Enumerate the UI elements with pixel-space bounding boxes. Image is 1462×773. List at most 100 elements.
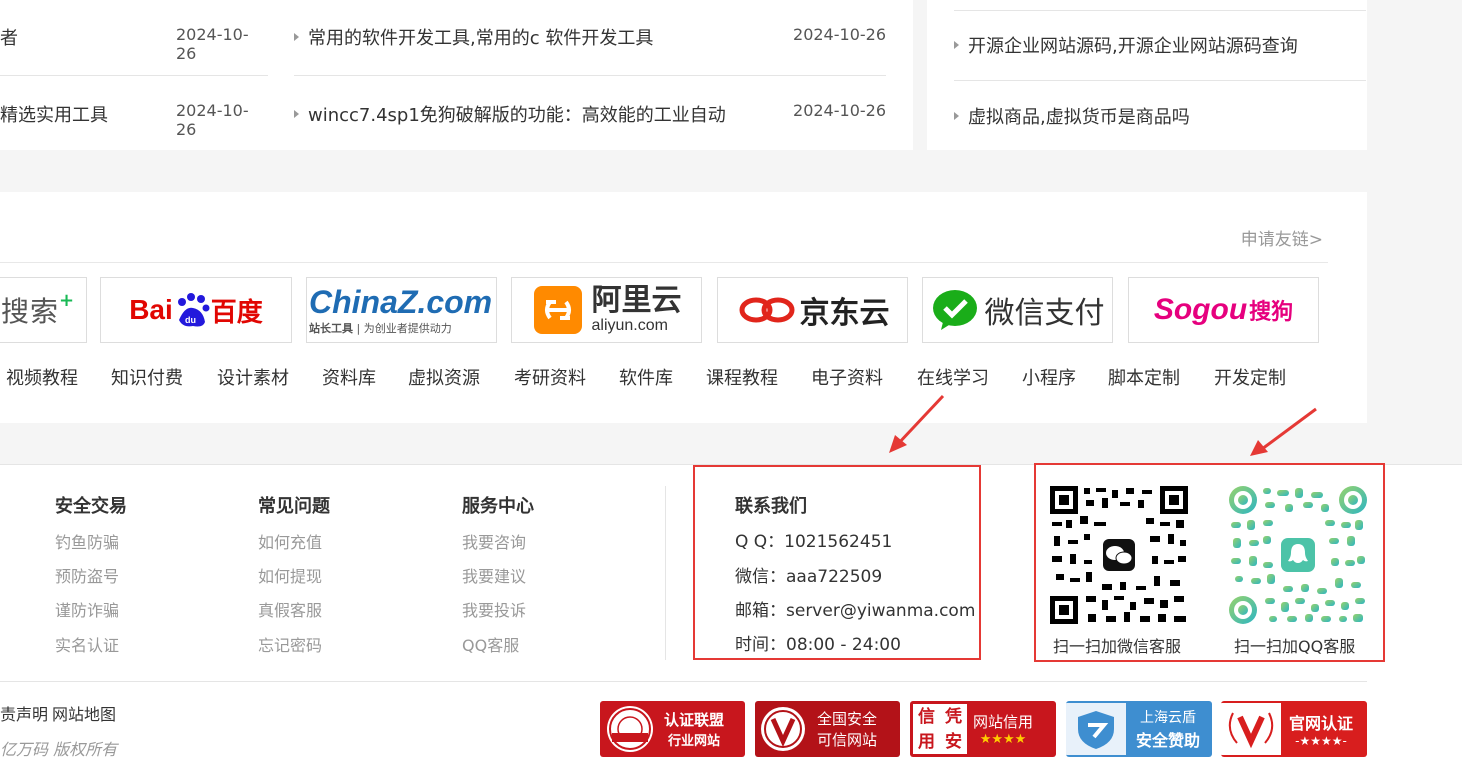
footer-link[interactable]: 如何充值 xyxy=(258,529,322,553)
footer-link[interactable]: 预防盗号 xyxy=(55,563,119,587)
logo-text: 阿里云 xyxy=(591,283,682,318)
news-title-text[interactable]: 开源企业网站源码,开源企业网站源码查询 xyxy=(968,36,1298,57)
category-link[interactable]: 视频教程 xyxy=(6,364,78,390)
news-date: 2024-10-26 xyxy=(793,25,886,44)
disclaimer-link[interactable]: 责声明 xyxy=(0,701,48,725)
news-title[interactable]: 开源企业网站源码,开源企业网站源码查询 xyxy=(954,32,1298,58)
news-title-text[interactable]: 常用的软件开发工具,常用的c 软件开发工具 xyxy=(308,28,653,49)
category-link[interactable]: 软件库 xyxy=(619,364,673,390)
news-title[interactable]: 常用的软件开发工具,常用的c 软件开发工具 xyxy=(294,24,653,50)
footer-link[interactable]: 实名认证 xyxy=(55,632,119,656)
category-link[interactable]: 小程序 xyxy=(1022,364,1076,390)
contact-qq: Q Q：1021562451 xyxy=(735,532,893,552)
badge-line2: 行业网站 xyxy=(668,734,721,749)
badge-official-cert[interactable]: 官网认证 -★★★★- xyxy=(1221,701,1367,757)
category-link[interactable]: 设计素材 xyxy=(217,364,289,390)
badge-line1: 网站信用 xyxy=(973,713,1034,731)
news-title[interactable]: wincc7.4sp1免狗破解版的功能：高效能的工业自动 xyxy=(294,101,726,127)
360-search-logo[interactable]: 搜索 + xyxy=(0,277,87,343)
jdcloud-logo[interactable]: 京东云 xyxy=(717,277,908,343)
bullet-arrow-icon xyxy=(954,41,959,49)
logo-subtext: 站长工具 | 为创业者提供动力 xyxy=(309,322,452,335)
footer-link[interactable]: 忘记密码 xyxy=(258,632,322,656)
logo-subtext-a: 站长工具 xyxy=(309,322,353,335)
badge-cert-alliance[interactable]: 认证联盟 行业网站 xyxy=(600,701,745,757)
footer-link[interactable]: 谨防诈骗 xyxy=(55,597,119,621)
news-row[interactable]: 精选实用工具 2024-10-26 xyxy=(0,76,268,152)
footer-link[interactable]: QQ客服 xyxy=(462,632,519,656)
badge-credit[interactable]: 信凭用安 网站信用 ★★★★ xyxy=(910,701,1056,757)
category-link[interactable]: 知识付费 xyxy=(111,364,183,390)
baidu-logo[interactable]: Bai du 百度 xyxy=(100,277,292,343)
news-row[interactable]: 开源企业网站源码,开源企业网站源码查询 xyxy=(954,10,1366,81)
footer-link[interactable]: 我要咨询 xyxy=(462,529,526,553)
footer-link[interactable]: 我要建议 xyxy=(462,563,526,587)
logo-text: ChinaZ.com xyxy=(309,284,493,320)
seal-char: 用 xyxy=(918,731,935,752)
category-link[interactable]: 资料库 xyxy=(322,364,376,390)
chinaz-logo[interactable]: ChinaZ.com 站长工具 | 为创业者提供动力 xyxy=(306,277,497,343)
news-title-text[interactable]: 虚拟商品,虚拟货币是商品吗 xyxy=(968,107,1190,128)
contact-email: 邮箱：server@yiwanma.com xyxy=(735,601,976,621)
bullet-arrow-icon xyxy=(294,33,299,41)
divider xyxy=(665,486,666,660)
news-date: 2024-10-26 xyxy=(176,101,249,139)
footer-link[interactable]: 真假客服 xyxy=(258,597,322,621)
news-title[interactable]: 者 xyxy=(0,24,18,50)
sitemap-link[interactable]: 网站地图 xyxy=(52,701,116,725)
wechat-pay-icon xyxy=(932,290,977,330)
contact-heading: 联系我们 xyxy=(735,496,807,517)
red-arrow-icon xyxy=(1250,407,1317,456)
jdcloud-icon xyxy=(739,297,794,323)
plus-icon: + xyxy=(59,289,75,311)
news-row[interactable]: wincc7.4sp1免狗破解版的功能：高效能的工业自动 2024-10-26 xyxy=(294,76,886,152)
apply-friend-link[interactable]: 申请友链> xyxy=(1241,225,1323,250)
divider xyxy=(0,681,1367,682)
cloud-shield-icon xyxy=(1066,703,1126,755)
news-title[interactable]: 虚拟商品,虚拟货币是商品吗 xyxy=(954,103,1190,129)
footer-column-head: 安全交易 xyxy=(55,496,127,517)
bullet-arrow-icon xyxy=(954,112,959,120)
paw-icon: du xyxy=(177,293,210,327)
wechat-pay-logo[interactable]: 微信支付 xyxy=(922,277,1113,343)
news-title-text[interactable]: wincc7.4sp1免狗破解版的功能：高效能的工业自动 xyxy=(308,105,726,126)
badge-line2: -★★★★- xyxy=(1295,734,1347,748)
category-link[interactable]: 脚本定制 xyxy=(1108,364,1180,390)
verified-shield-icon xyxy=(761,707,805,751)
news-panel-right: 开源企业网站源码,开源企业网站源码查询 虚拟商品,虚拟货币是商品吗 xyxy=(927,0,1367,150)
badge-line2: 安全赞助 xyxy=(1136,731,1201,750)
news-title[interactable]: 精选实用工具 xyxy=(0,101,108,127)
logo-text: 搜索 xyxy=(1,295,60,328)
logo-text: Bai xyxy=(129,294,173,325)
footer-column-head: 服务中心 xyxy=(462,496,534,517)
logo-text: 微信支付 xyxy=(984,296,1105,331)
badge-cloud-shield[interactable]: 上海云盾 安全赞助 xyxy=(1066,701,1212,757)
footer-link[interactable]: 如何提现 xyxy=(258,563,322,587)
qq-qr-label: 扫一扫加QQ客服 xyxy=(1234,637,1356,656)
footer-column-head: 常见问题 xyxy=(258,496,330,517)
news-date: 2024-10-26 xyxy=(793,101,886,120)
aliyun-logo[interactable]: 阿里云 aliyun.com xyxy=(511,277,702,343)
aliyun-icon xyxy=(533,286,582,334)
footer-link[interactable]: 钓鱼防骗 xyxy=(55,529,119,553)
category-link[interactable]: 在线学习 xyxy=(917,364,989,390)
contact-wechat: 微信：aaa722509 xyxy=(735,567,883,587)
seal-char: 凭 xyxy=(945,706,962,727)
category-link[interactable]: 开发定制 xyxy=(1214,364,1286,390)
category-link[interactable]: 电子资料 xyxy=(811,364,883,390)
logo-text: 百度 xyxy=(210,297,263,328)
badge-trusted-site[interactable]: 全国安全 可信网站 xyxy=(755,701,900,757)
news-row[interactable]: 者 2024-10-26 xyxy=(0,0,268,76)
seal-char: 信 xyxy=(918,706,935,727)
badge-line2: 可信网站 xyxy=(817,731,878,749)
footer-link[interactable]: 我要投诉 xyxy=(462,597,526,621)
logo-subtext: aliyun.com xyxy=(591,317,668,334)
category-link[interactable]: 考研资料 xyxy=(514,364,586,390)
category-link[interactable]: 虚拟资源 xyxy=(408,364,480,390)
news-row[interactable]: 常用的软件开发工具,常用的c 软件开发工具 2024-10-26 xyxy=(294,0,886,76)
divider xyxy=(0,262,1328,263)
logo-text: 京东云 xyxy=(799,296,890,331)
category-link[interactable]: 课程教程 xyxy=(706,364,778,390)
news-row[interactable]: 虚拟商品,虚拟货币是商品吗 xyxy=(954,81,1366,150)
sogou-logo[interactable]: Sogou 搜狗 xyxy=(1128,277,1319,343)
